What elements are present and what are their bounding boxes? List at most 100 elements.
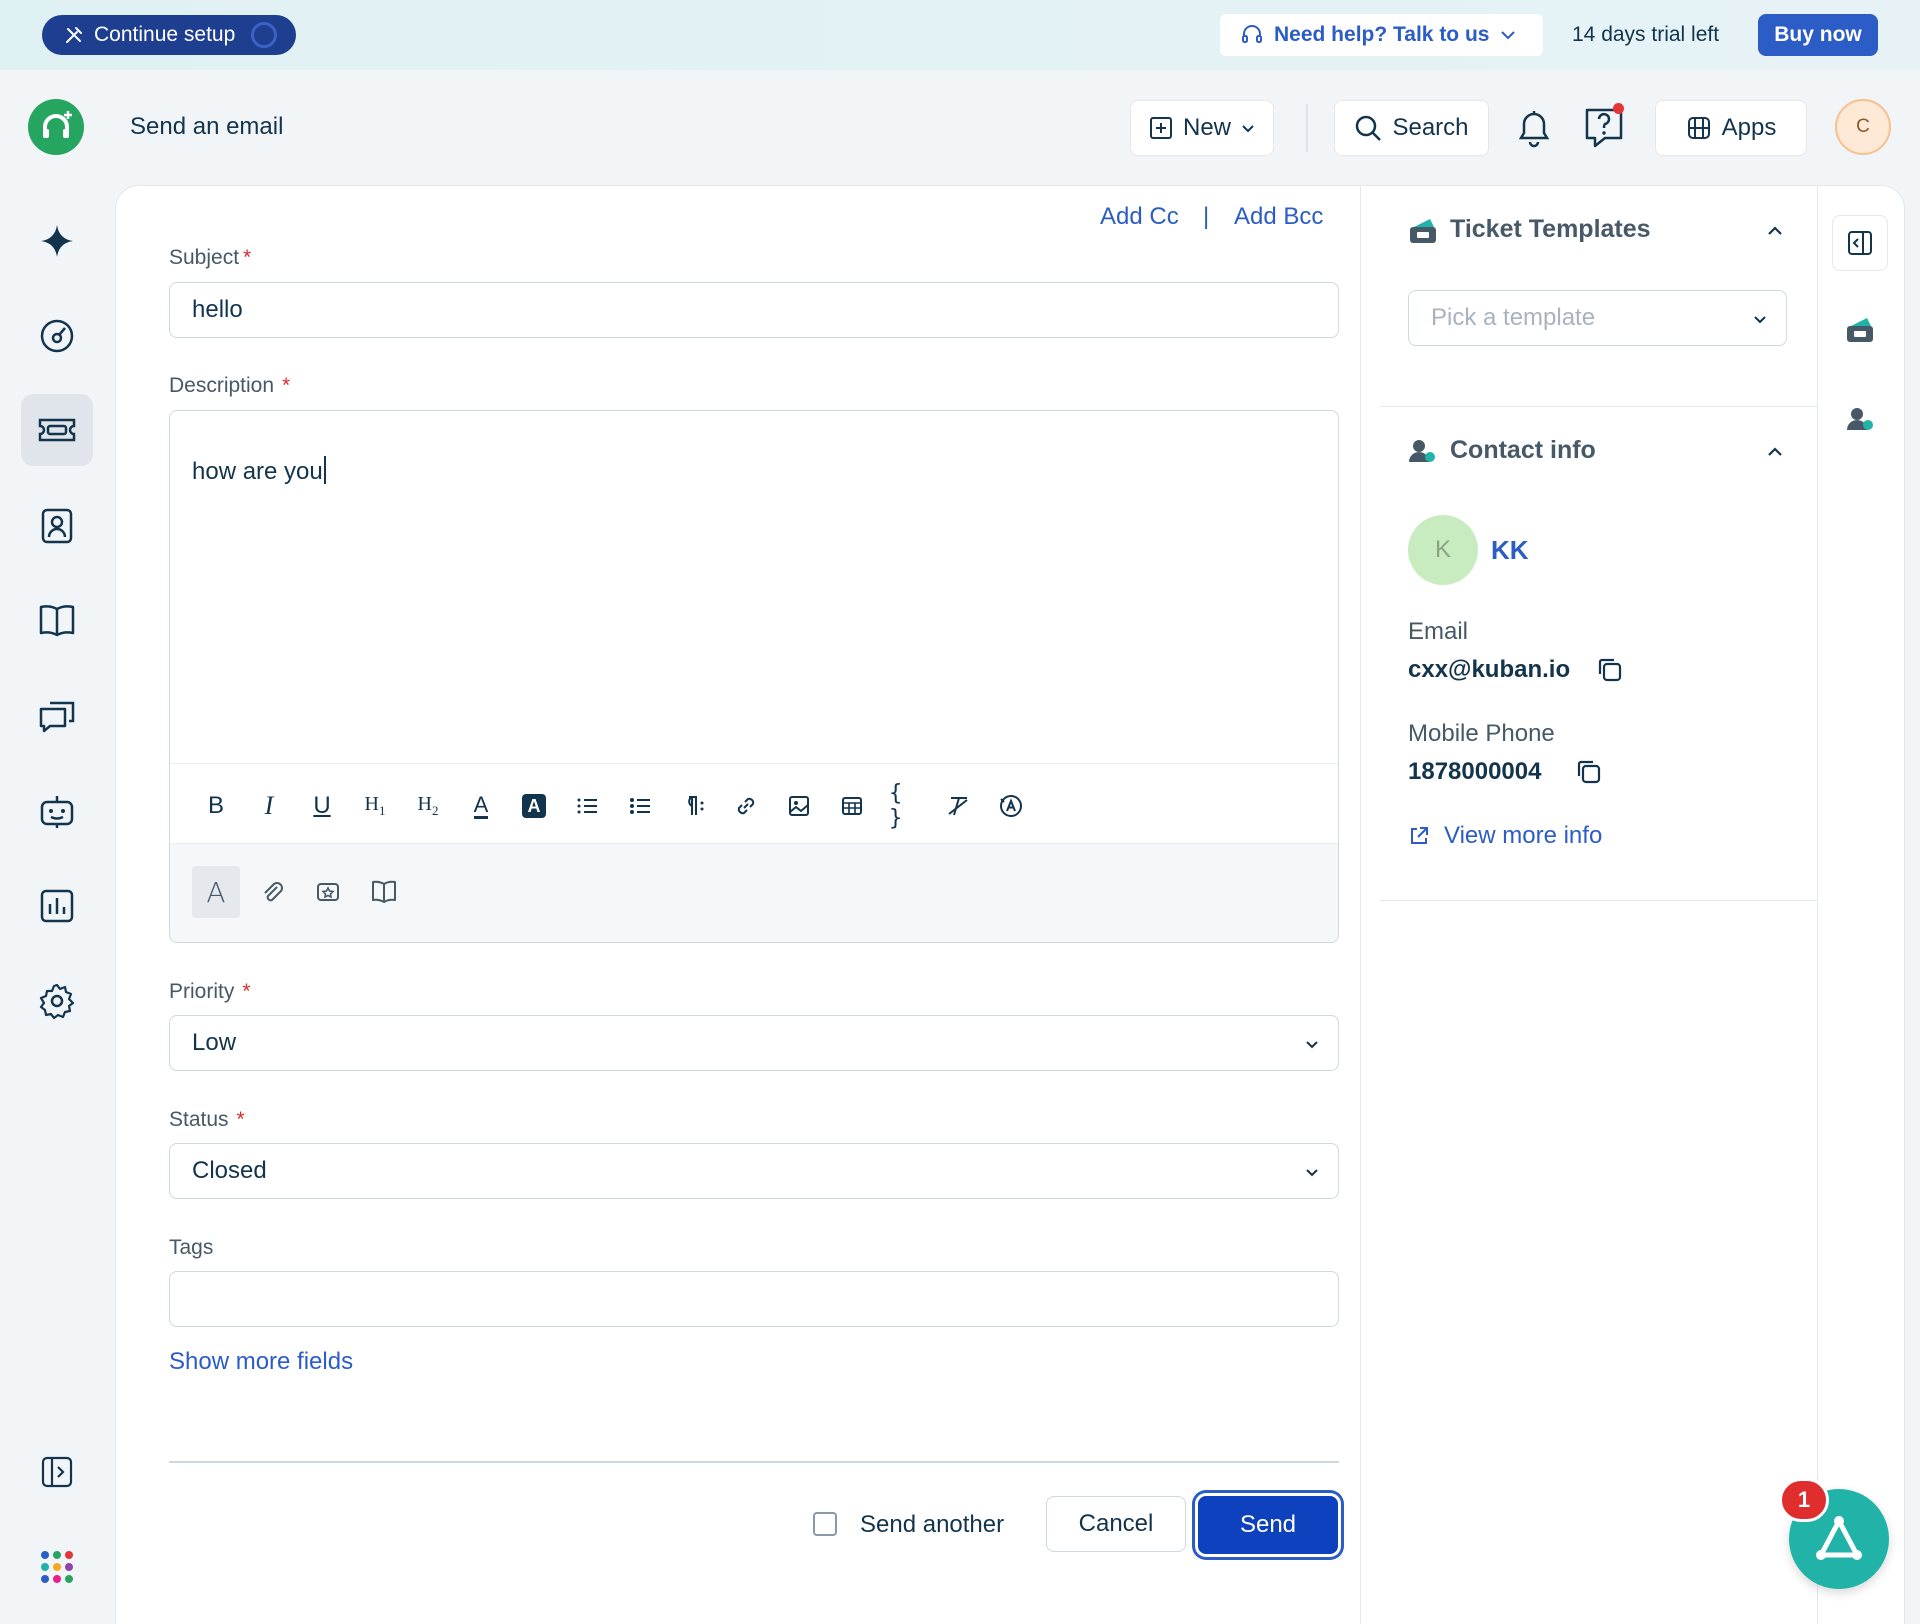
user-avatar[interactable]: C (1835, 99, 1891, 155)
text-caret (323, 456, 326, 484)
send-button[interactable]: Send (1198, 1496, 1338, 1554)
search-button[interactable]: Search (1334, 100, 1489, 156)
contact-info-tab[interactable] (1844, 403, 1876, 435)
apps-button[interactable]: Apps (1655, 100, 1807, 156)
nav-conversations[interactable] (21, 680, 93, 752)
table-icon[interactable] (836, 790, 868, 822)
required-mark: * (236, 1108, 245, 1131)
underline-icon[interactable]: U (306, 790, 338, 822)
buy-now-button[interactable]: Buy now (1758, 14, 1878, 56)
need-help-button[interactable]: Need help? Talk to us (1220, 14, 1543, 56)
need-help-label: Need help? Talk to us (1274, 23, 1490, 46)
continue-setup-button[interactable]: Continue setup (42, 15, 296, 55)
chevron-down-icon (1501, 31, 1516, 40)
contact-info-title: Contact info (1450, 436, 1596, 464)
nav-dashboard[interactable] (21, 300, 93, 372)
notifications-bell-icon[interactable] (1515, 106, 1553, 150)
nav-tickets[interactable] (21, 394, 93, 466)
font-toggle-button[interactable]: A (192, 866, 240, 918)
text-color-icon[interactable]: A (465, 790, 497, 822)
cancel-button[interactable]: Cancel (1046, 1496, 1186, 1552)
canned-response-icon[interactable] (304, 866, 352, 918)
chevron-down-icon (1306, 1169, 1318, 1177)
trial-status: 14 days trial left (1572, 23, 1720, 46)
heading2-letter: H (417, 793, 432, 815)
search-icon (1356, 115, 1382, 141)
view-more-info-link[interactable]: View more info (1408, 822, 1602, 850)
gear-icon (39, 983, 75, 1020)
italic-icon[interactable]: I (253, 790, 285, 822)
panel-divider-right (1817, 185, 1818, 1624)
link-icon[interactable] (730, 790, 762, 822)
numbered-list-icon[interactable] (571, 790, 603, 822)
page-title: Send an email (130, 113, 284, 140)
show-more-fields-link[interactable]: Show more fields (169, 1348, 353, 1376)
priority-label: Priority * (169, 980, 251, 1004)
copy-icon[interactable] (1596, 656, 1624, 684)
background-color-icon[interactable]: A (518, 790, 550, 822)
contact-person-icon (1409, 440, 1435, 462)
heading2-glyph: H2 (418, 793, 439, 819)
header-divider (1306, 104, 1308, 152)
italic-glyph: I (264, 791, 274, 820)
description-editor[interactable]: how are you B I U H1 H2 A A {} A (169, 410, 1339, 943)
attachment-icon[interactable] (248, 866, 296, 918)
bold-glyph: B (207, 792, 224, 819)
chevron-down-icon (1306, 1041, 1318, 1049)
subject-label: Subject * (169, 246, 251, 270)
app-logo[interactable] (28, 99, 84, 155)
ticket-template-icon (1410, 219, 1436, 243)
search-button-label: Search (1392, 114, 1469, 141)
external-link-icon (1411, 827, 1428, 844)
status-select[interactable]: Closed (169, 1143, 1339, 1199)
ticket-templates-tab[interactable] (1844, 314, 1876, 346)
nav-analytics[interactable] (21, 870, 93, 942)
heading1-letter: H (364, 793, 379, 815)
sidebar-separator (1380, 900, 1817, 901)
apps-button-label: Apps (1721, 114, 1777, 141)
send-another-checkbox[interactable] (813, 1512, 837, 1536)
bullet-list-icon[interactable] (624, 790, 656, 822)
nav-admin-settings[interactable] (21, 965, 93, 1037)
solution-article-icon[interactable] (360, 866, 408, 918)
heading2-icon[interactable]: H2 (412, 790, 444, 822)
auto-format-icon[interactable] (995, 790, 1027, 822)
headset-icon (1242, 25, 1262, 43)
contact-name-link[interactable]: KK (1491, 535, 1529, 566)
nav-bots[interactable] (21, 775, 93, 847)
priority-select[interactable]: Low (169, 1015, 1339, 1071)
code-block-icon[interactable]: { } (889, 781, 921, 831)
font-toggle-glyph: A (206, 875, 226, 909)
book-icon (39, 605, 75, 637)
chevron-down-icon (1754, 316, 1766, 324)
copy-icon[interactable] (1575, 758, 1603, 786)
nav-contacts[interactable] (21, 490, 93, 562)
progress-ring-icon (251, 22, 278, 48)
expand-sidebar-button[interactable] (21, 1436, 93, 1508)
product-switcher-button[interactable] (21, 1531, 93, 1603)
description-text[interactable]: how are you (192, 456, 326, 486)
add-cc-link[interactable]: Add Cc (1100, 203, 1179, 231)
chevron-up-icon[interactable] (1766, 222, 1784, 240)
nav-freddy-ai[interactable] (21, 205, 93, 277)
sparkle-icon (41, 225, 73, 257)
image-icon[interactable] (783, 790, 815, 822)
tags-label: Tags (169, 1236, 214, 1259)
template-select[interactable]: Pick a template (1408, 290, 1787, 346)
nav-solutions[interactable] (21, 584, 93, 656)
email-label: Email (1408, 618, 1469, 645)
heading1-subscript: 1 (378, 803, 386, 818)
tags-input[interactable] (169, 1271, 1339, 1327)
subject-input[interactable]: hello (169, 282, 1339, 338)
code-glyph: { } (889, 781, 903, 831)
bold-icon[interactable]: B (200, 790, 232, 822)
form-footer-divider (169, 1461, 1339, 1463)
contact-card-icon (41, 508, 73, 544)
clear-formatting-icon[interactable] (942, 790, 974, 822)
new-button[interactable]: New (1130, 100, 1274, 156)
paragraph-icon[interactable] (677, 790, 709, 822)
heading1-icon[interactable]: H1 (359, 790, 391, 822)
collapse-panel-button[interactable] (1832, 215, 1888, 271)
chevron-up-icon[interactable] (1766, 443, 1784, 461)
add-bcc-link[interactable]: Add Bcc (1234, 203, 1323, 231)
